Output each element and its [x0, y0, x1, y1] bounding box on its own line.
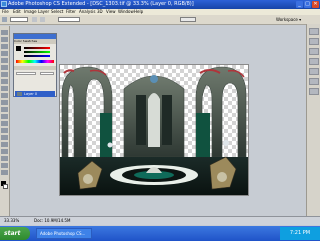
- taskbar-photoshop[interactable]: Adobe Photoshop CS...: [36, 228, 92, 239]
- status-bar: 33.33% Doc: 10.9M/14.5M: [0, 216, 320, 225]
- canvas-image: [60, 66, 248, 195]
- actions-icon[interactable]: [309, 68, 319, 75]
- zoom-level[interactable]: 33.33%: [4, 217, 19, 225]
- hand-tool-icon[interactable]: [1, 163, 8, 168]
- lasso-tool-icon[interactable]: [1, 44, 8, 49]
- system-tray: 7:21 PM: [280, 227, 320, 240]
- character-icon[interactable]: [309, 88, 319, 95]
- blend-mode-dropdown[interactable]: [16, 72, 36, 75]
- blur-tool-icon[interactable]: [1, 114, 8, 119]
- history-icon[interactable]: [309, 58, 319, 65]
- opacity-field[interactable]: [180, 17, 196, 22]
- photoshop-app-icon: [1, 1, 7, 7]
- workspace-menu[interactable]: Workspace ▾: [276, 16, 301, 23]
- option-icon[interactable]: [32, 17, 37, 22]
- opacity-input[interactable]: [40, 72, 54, 75]
- gradient-tool-icon[interactable]: [1, 107, 8, 112]
- window-title: Adobe Photoshop CS Extended - [DSC_1303.…: [8, 1, 194, 7]
- brushes-icon[interactable]: [309, 78, 319, 85]
- document-size: Doc: 10.9M/14.5M: [34, 218, 71, 223]
- fg-color-icon[interactable]: [16, 46, 21, 51]
- type-tool-icon[interactable]: [1, 135, 8, 140]
- minimize-button[interactable]: _: [296, 1, 303, 8]
- panel-tabs[interactable]: Color Swatches: [14, 39, 56, 44]
- tool-preset-icon[interactable]: [2, 17, 7, 22]
- dodge-tool-icon[interactable]: [1, 121, 8, 126]
- green-slider[interactable]: [24, 51, 50, 53]
- clock: 7:21 PM: [289, 230, 311, 236]
- document-canvas[interactable]: [59, 64, 249, 196]
- pen-tool-icon[interactable]: [1, 128, 8, 133]
- red-slider[interactable]: [24, 47, 50, 49]
- path-selection-tool-icon[interactable]: [1, 142, 8, 147]
- background-color-swatch[interactable]: [3, 184, 8, 189]
- layers-tab-bar[interactable]: [14, 66, 56, 70]
- brush-tool-icon[interactable]: [1, 79, 8, 84]
- start-button[interactable]: start: [0, 227, 30, 240]
- crop-tool-icon[interactable]: [1, 58, 8, 63]
- close-button[interactable]: ✕: [312, 1, 319, 8]
- navigator-icon[interactable]: [309, 28, 319, 35]
- option-icon[interactable]: [40, 17, 45, 22]
- zoom-tool-icon[interactable]: [1, 170, 8, 175]
- magic-wand-tool-icon[interactable]: [1, 51, 8, 56]
- layer-name: Layer 0: [24, 92, 38, 96]
- taskbar: start Adobe Photoshop CS... 7:21 PM: [0, 226, 320, 241]
- marquee-tool-icon[interactable]: [1, 37, 8, 42]
- layer-thumbnail: [17, 92, 22, 96]
- options-bar: Workspace ▾: [0, 15, 320, 25]
- clone-stamp-tool-icon[interactable]: [1, 86, 8, 91]
- photoshop-window: Adobe Photoshop CS Extended - [DSC_1303.…: [0, 0, 320, 241]
- title-bar[interactable]: Adobe Photoshop CS Extended - [DSC_1303.…: [0, 0, 320, 9]
- color-layers-panel: Color Swatches Layer 0: [13, 33, 57, 97]
- preset-dropdown[interactable]: [10, 17, 28, 22]
- layer-row[interactable]: Layer 0: [15, 91, 55, 97]
- tools-panel: [0, 26, 10, 216]
- history-brush-tool-icon[interactable]: [1, 93, 8, 98]
- healing-brush-tool-icon[interactable]: [1, 72, 8, 77]
- histogram-icon[interactable]: [309, 38, 319, 45]
- panel-dock: [306, 24, 320, 216]
- slice-tool-icon[interactable]: [1, 65, 8, 70]
- maximize-button[interactable]: □: [304, 1, 311, 8]
- color-ramp[interactable]: [16, 60, 54, 63]
- mode-dropdown[interactable]: [58, 17, 80, 22]
- move-tool-icon[interactable]: [1, 30, 8, 35]
- blue-slider[interactable]: [24, 55, 50, 57]
- shape-tool-icon[interactable]: [1, 149, 8, 154]
- 3d-tool-icon[interactable]: [1, 156, 8, 161]
- eraser-tool-icon[interactable]: [1, 100, 8, 105]
- info-icon[interactable]: [309, 48, 319, 55]
